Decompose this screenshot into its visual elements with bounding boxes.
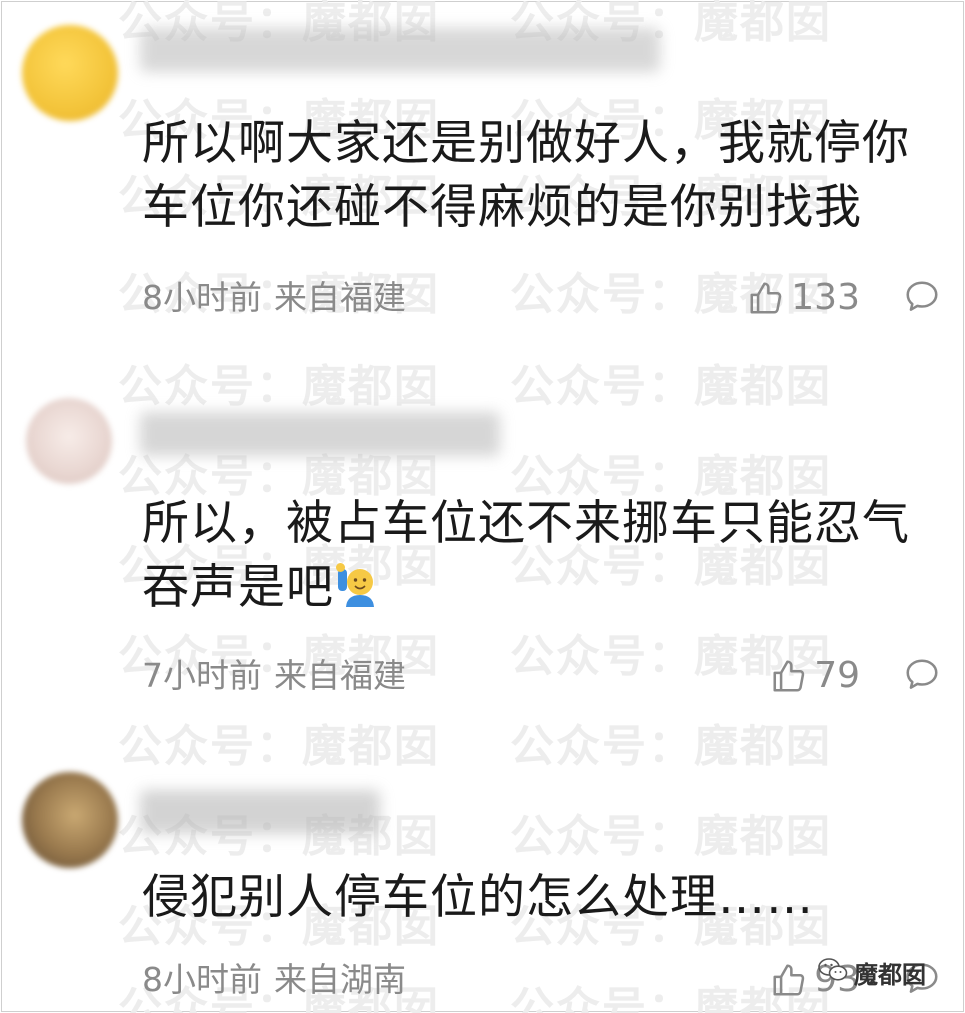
like-button[interactable]: 79 [770,656,860,696]
comment-text-line: 吞声是吧 [142,556,952,620]
thumbs-up-icon [770,961,808,999]
comment-time: 8小时前 [142,278,262,317]
comment-meta: 8小时前 来自湖南 [142,960,406,1000]
wechat-icon [818,957,848,989]
thumbs-up-icon [770,657,808,695]
avatar[interactable] [22,772,118,868]
comment-text-line: 侵犯别人停车位的怎么处理…… [142,870,814,925]
comment-location: 来自福建 [274,656,406,695]
username-blurred[interactable] [140,790,380,834]
comment-location: 来自福建 [274,278,406,317]
brand-watermark: 魔都囡 [818,955,926,990]
comment-text: 所以啊大家还是别做好人，我就停你 车位你还碰不得麻烦的是你别找我 [142,112,952,240]
comment-text-fragment: 吞声是吧 [142,560,334,615]
comment-bubble-icon [902,278,942,316]
username-blurred[interactable] [140,28,660,72]
like-count: 133 [791,277,860,318]
thumbs-up-icon [747,279,785,317]
like-button[interactable]: 133 [747,278,860,318]
avatar[interactable] [22,25,118,121]
like-count: 79 [814,655,860,696]
comment-text-line: 所以啊大家还是别做好人，我就停你 [142,116,910,171]
raising-hand-emoji-icon [334,560,380,607]
username-blurred[interactable] [140,412,500,456]
reply-button[interactable] [902,278,942,316]
comment-meta: 7小时前 来自福建 [142,656,406,696]
comment-text: 所以，被占车位还不来挪车只能忍气 吞声是吧 [142,492,952,620]
comment-meta: 8小时前 来自福建 [142,278,406,318]
brand-label: 魔都囡 [854,961,926,989]
comment-location: 来自湖南 [274,960,406,999]
comment-time: 7小时前 [142,656,262,695]
comment-time: 8小时前 [142,960,262,999]
avatar[interactable] [26,398,112,484]
comment-text: 侵犯别人停车位的怎么处理…… [142,866,952,930]
reply-button[interactable] [902,656,942,694]
comment-text-line: 所以，被占车位还不来挪车只能忍气 [142,496,910,551]
comment-bubble-icon [902,656,942,694]
comment-text-line: 车位你还碰不得麻烦的是你别找我 [142,180,862,235]
